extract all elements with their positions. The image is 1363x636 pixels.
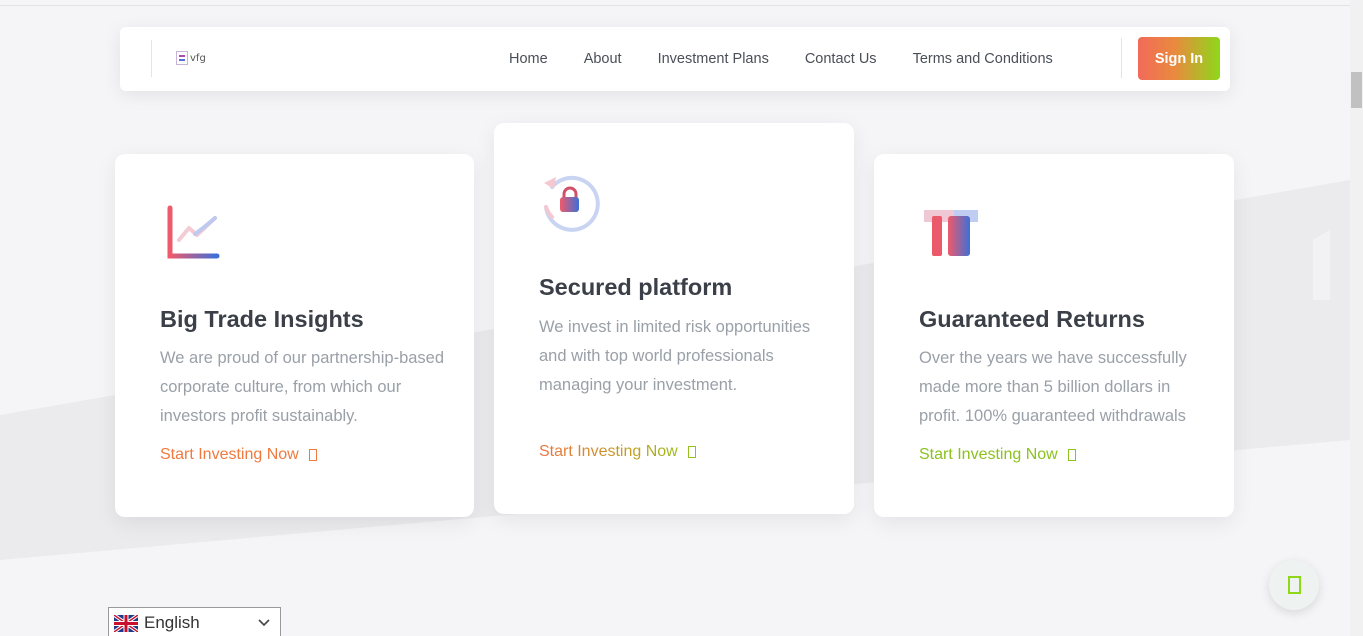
logo-text: vfg xyxy=(190,52,206,64)
nav-divider xyxy=(1121,38,1122,78)
language-selector[interactable]: English xyxy=(108,607,281,636)
page-scrollbar[interactable] xyxy=(1350,0,1363,636)
uk-flag-icon xyxy=(114,614,138,632)
start-investing-link[interactable]: Start Investing Now xyxy=(160,446,317,464)
nav-investment-plans[interactable]: Investment Plans xyxy=(658,51,769,67)
nav-home[interactable]: Home xyxy=(509,51,548,67)
chart-growth-icon xyxy=(167,205,220,259)
chevron-down-icon xyxy=(258,619,270,627)
link-label: Start Investing Now xyxy=(160,446,299,463)
start-investing-link[interactable]: Start Investing Now xyxy=(919,446,1076,464)
link-label: Start Investing Now xyxy=(539,443,678,460)
chat-icon xyxy=(1287,576,1301,594)
card-title: Guaranteed Returns xyxy=(919,306,1145,332)
feature-card-big-trade-insights: Big Trade Insights We are proud of our p… xyxy=(115,154,474,517)
nav-links: Home About Investment Plans Contact Us T… xyxy=(509,27,1089,91)
card-description: Over the years we have successfully made… xyxy=(919,349,1187,425)
card-description: We invest in limited risk opportunities … xyxy=(539,318,811,394)
top-divider xyxy=(0,5,1350,6)
nav-about[interactable]: About xyxy=(584,51,622,67)
feature-card-secured-platform: Secured platform We invest in limited ri… xyxy=(494,123,854,514)
arrow-right-icon xyxy=(687,446,696,458)
nav-terms[interactable]: Terms and Conditions xyxy=(913,51,1053,67)
scrollbar-thumb[interactable] xyxy=(1351,72,1362,108)
logo-icon xyxy=(176,51,188,65)
logo[interactable]: vfg xyxy=(176,51,206,65)
nav-contact-us[interactable]: Contact Us xyxy=(805,51,877,67)
card-description: We are proud of our partnership-based co… xyxy=(160,349,445,425)
feature-card-guaranteed-returns: Guaranteed Returns Over the years we hav… xyxy=(874,154,1234,517)
card-title: Big Trade Insights xyxy=(160,306,364,332)
arrow-right-icon xyxy=(308,449,317,461)
link-label: Start Investing Now xyxy=(919,446,1058,463)
start-investing-link[interactable]: Start Investing Now xyxy=(539,443,696,461)
arrow-right-icon xyxy=(1067,449,1076,461)
language-label: English xyxy=(144,613,200,632)
navbar: vfg Home About Investment Plans Contact … xyxy=(120,27,1230,91)
nav-divider xyxy=(151,40,152,77)
sign-in-button[interactable]: Sign In xyxy=(1138,37,1220,80)
chat-button[interactable] xyxy=(1269,560,1319,610)
card-title: Secured platform xyxy=(539,274,733,300)
pillars-icon xyxy=(924,210,978,256)
secure-lock-icon xyxy=(544,175,600,232)
